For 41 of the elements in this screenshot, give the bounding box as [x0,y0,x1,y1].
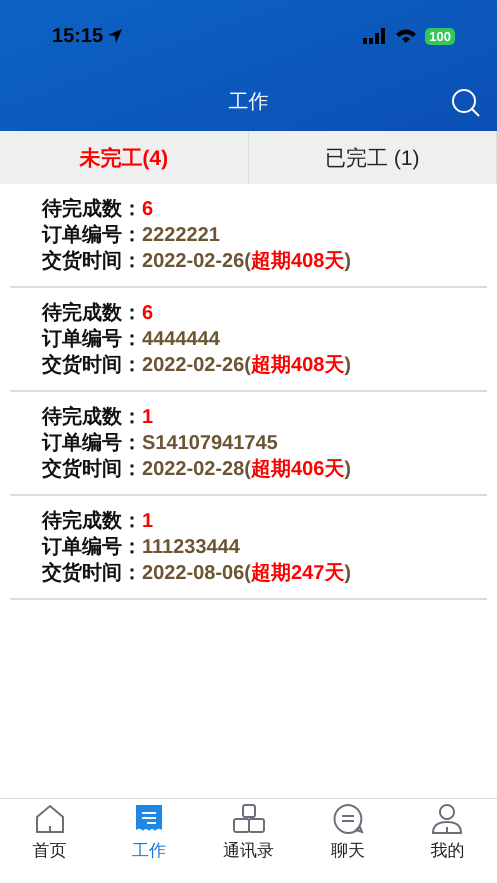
field-value: 2022-02-26(超期408天) [142,353,352,378]
nav-tab-label[interactable]: 我的 [430,839,464,862]
search-icon[interactable] [451,88,481,118]
field-value: 1 [142,405,154,430]
field-label: 待完成数： [42,404,142,430]
field-value: 2222221 [142,223,220,248]
nav-tab-label[interactable]: 通讯录 [223,839,274,862]
nav-tab-label[interactable]: 首页 [32,839,67,862]
status-time: 15:15 [52,24,104,48]
person-icon [431,803,464,835]
field-label: 待完成数： [42,508,142,534]
home-icon [34,803,66,835]
wifi-icon [395,28,418,44]
field-label: 交货时间： [42,560,142,586]
field-label: 订单编号： [42,430,142,456]
field-value: 6 [142,197,154,222]
field-label: 交货时间： [42,352,142,378]
field-label: 订单编号： [42,326,142,352]
field-label: 订单编号： [42,534,142,560]
field-value: 2022-02-26(超期408天) [142,249,352,274]
field-label: 交货时间： [42,456,142,482]
nav-tab-label[interactable]: 聊天 [330,839,365,862]
field-label: 待完成数： [42,196,142,222]
field-value: 1 [142,509,154,534]
field-value: S14107941745 [142,431,278,456]
nav-tab-label[interactable]: 工作 [132,839,166,862]
status-tab[interactable]: 已完工 (1) [248,131,497,184]
battery-level: 100 [425,28,455,44]
field-label: 待完成数： [42,300,142,326]
page-title: 工作 [228,90,268,115]
chat-icon [332,803,364,835]
field-label: 订单编号： [42,222,142,248]
field-value: 111233444 [142,535,240,560]
field-value: 2022-02-28(超期406天) [142,457,352,482]
field-value: 4444444 [142,327,220,352]
field-value: 6 [142,301,154,326]
location-arrow-icon [107,28,124,44]
signal-icon [363,28,388,44]
field-label: 交货时间： [42,248,142,274]
field-value: 2022-08-06(超期247天) [142,561,352,586]
boxes-icon [232,803,266,835]
